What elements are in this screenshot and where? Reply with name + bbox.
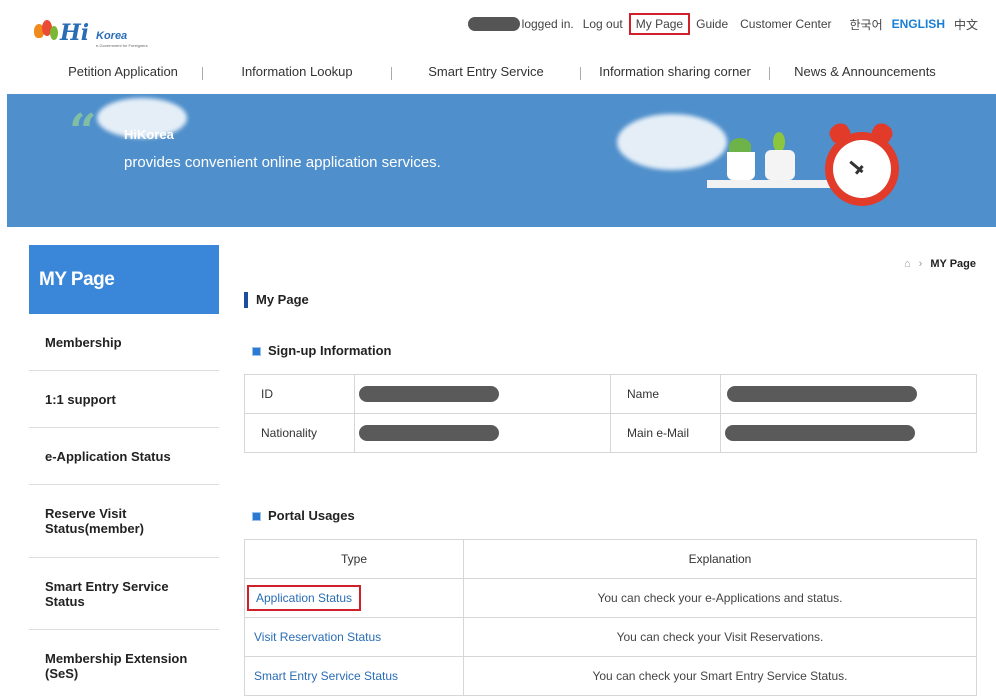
hero-banner: “ HiKorea provides convenient online app… [7, 94, 996, 227]
name-value [720, 374, 977, 414]
masked-value [359, 386, 499, 402]
sidebar-item-reserve-visit-status[interactable]: Reserve Visit Status(member) [29, 485, 219, 558]
logo-text: Hi [60, 20, 90, 46]
sidebar-item-support[interactable]: 1:1 support [29, 371, 219, 428]
logo-sub: Korea [96, 30, 128, 42]
table-row: Smart Entry Service Status You can check… [244, 656, 977, 696]
name-label: Name [610, 374, 721, 414]
pot-icon [765, 150, 795, 180]
customer-center-link[interactable]: Customer Center [740, 17, 831, 31]
shelf-illustration [707, 180, 832, 188]
pot-icon [727, 152, 755, 180]
chevron-right-icon: › [918, 258, 923, 270]
nav-information-sharing[interactable]: Information sharing corner [581, 64, 769, 80]
email-label: Main e-Mail [610, 413, 721, 453]
col-explanation-header: Explanation [463, 539, 977, 579]
table-row: Visit Reservation Status You can check y… [244, 617, 977, 657]
sidebar-item-smart-entry-status[interactable]: Smart Entry Service Status [29, 558, 219, 630]
lang-english[interactable]: ENGLISH [892, 17, 945, 31]
my-page-link[interactable]: My Page [628, 13, 691, 35]
col-type-header: Type [244, 539, 464, 579]
sidebar-item-e-application-status[interactable]: e-Application Status [29, 428, 219, 485]
home-icon[interactable]: ⌂ [904, 258, 911, 270]
logged-in-text: logged in. [521, 17, 574, 31]
breadcrumb: ⌂ › MY Page [904, 258, 976, 270]
masked-value [727, 386, 917, 402]
sidebar-item-membership-extension[interactable]: Membership Extension (SeS) [29, 630, 219, 697]
guide-link[interactable]: Guide [696, 17, 728, 31]
utility-nav: logged in. Log out My Page Guide Custome… [467, 13, 978, 35]
row-explanation: You can check your Visit Reservations. [463, 617, 977, 657]
portal-heading: Portal Usages [252, 508, 355, 523]
banner-brand: HiKorea [124, 127, 174, 142]
smart-entry-status-link[interactable]: Smart Entry Service Status [244, 656, 464, 696]
row-explanation: You can check your Smart Entry Service S… [463, 656, 977, 696]
masked-username [467, 17, 520, 31]
nav-information-lookup[interactable]: Information Lookup [203, 64, 391, 80]
sidebar-menu: Membership 1:1 support e-Application Sta… [29, 314, 219, 697]
row-explanation: You can check your e-Applications and st… [463, 578, 977, 618]
hikorea-logo[interactable]: Hi Korea e-Government for Foreigners [34, 20, 148, 50]
lang-korean[interactable]: 한국어 [850, 16, 883, 33]
table-row: Application Status You can check your e-… [244, 578, 977, 618]
nav-news-announcements[interactable]: News & Announcements [770, 64, 960, 80]
breadcrumb-current: MY Page [930, 258, 976, 270]
nationality-value [354, 413, 611, 453]
logo-tagline: e-Government for Foreigners [96, 43, 148, 48]
nav-smart-entry-service[interactable]: Smart Entry Service [392, 64, 580, 80]
banner-description: provides convenient online application s… [124, 154, 441, 171]
application-status-link[interactable]: Application Status [247, 585, 362, 611]
cloud-decoration [617, 114, 727, 170]
lang-chinese[interactable]: 中文 [954, 16, 978, 33]
main-nav: Petition Application Information Lookup … [44, 64, 984, 80]
nationality-label: Nationality [244, 413, 355, 453]
id-label: ID [244, 374, 355, 414]
plant-icon [773, 132, 785, 152]
email-value [720, 413, 977, 453]
quote-mark-icon: “ [69, 104, 97, 160]
masked-value [359, 425, 499, 441]
masked-value [725, 425, 915, 441]
sidebar-title: MY Page [29, 245, 219, 314]
sidebar-item-membership[interactable]: Membership [29, 314, 219, 371]
page-title: My Page [244, 292, 309, 308]
signup-heading: Sign-up Information [252, 343, 391, 358]
logout-link[interactable]: Log out [583, 17, 623, 31]
visit-reservation-status-link[interactable]: Visit Reservation Status [244, 617, 464, 657]
nav-petition-application[interactable]: Petition Application [44, 64, 202, 80]
id-value [354, 374, 611, 414]
portal-table: Type Explanation Application Status You … [244, 539, 977, 696]
signup-table: ID Name Nationality Main e-Mail [244, 374, 977, 453]
alarm-clock-icon [825, 132, 899, 206]
